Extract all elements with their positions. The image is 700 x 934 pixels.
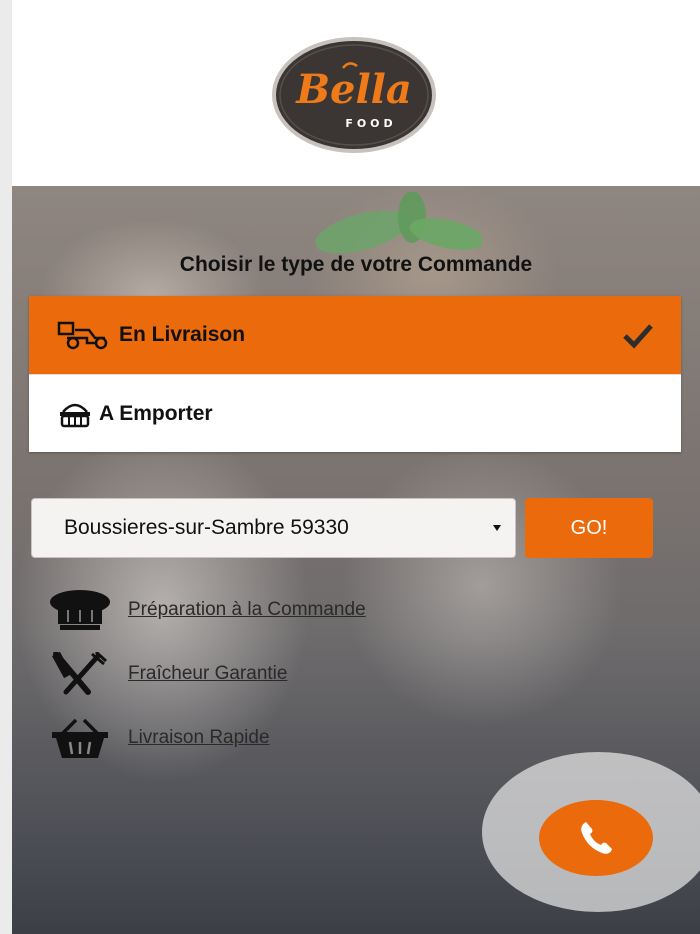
chevron-down-icon: [493, 525, 501, 531]
feature-fast-delivery: Livraison Rapide: [48, 714, 270, 762]
option-takeaway[interactable]: A Emporter: [29, 374, 681, 452]
option-delivery-label: En Livraison: [119, 323, 246, 346]
window-edge: [0, 0, 12, 934]
feature-preparation: Préparation à la Commande: [48, 586, 366, 634]
mint-garnish-image: [315, 192, 482, 254]
order-type-panel: En Livraison A Emporter: [29, 296, 681, 452]
phone-icon: [581, 822, 612, 854]
app-frame: Bella FOOD Choisir le type de votre Comm…: [12, 0, 700, 934]
bella-food-logo[interactable]: Bella FOOD: [271, 36, 437, 154]
knife-fork-icon: [52, 652, 108, 695]
svg-text:Bella: Bella: [295, 66, 412, 113]
chef-hat-icon: [50, 590, 110, 630]
feature-preparation-link[interactable]: Préparation à la Commande: [128, 599, 366, 621]
order-type-heading: Choisir le type de votre Commande: [179, 253, 533, 276]
option-delivery[interactable]: En Livraison: [29, 296, 681, 374]
location-select-value: Boussieres-sur-Sambre 59330: [64, 516, 349, 539]
go-button[interactable]: GO!: [525, 498, 653, 558]
delivery-scooter-icon: [57, 321, 108, 350]
feature-fast-delivery-link[interactable]: Livraison Rapide: [128, 727, 270, 749]
shopping-basket-icon: [52, 718, 108, 758]
checkmark-icon: [623, 324, 653, 349]
feature-freshness: Fraîcheur Garantie: [48, 650, 287, 698]
header: Bella FOOD: [12, 0, 700, 186]
call-button[interactable]: [539, 800, 653, 876]
location-select[interactable]: Boussieres-sur-Sambre 59330: [31, 498, 516, 558]
feature-freshness-link[interactable]: Fraîcheur Garantie: [128, 663, 287, 685]
option-takeaway-label: A Emporter: [99, 401, 213, 425]
svg-text:FOOD: FOOD: [345, 117, 396, 130]
takeaway-basket-icon: [60, 403, 90, 427]
